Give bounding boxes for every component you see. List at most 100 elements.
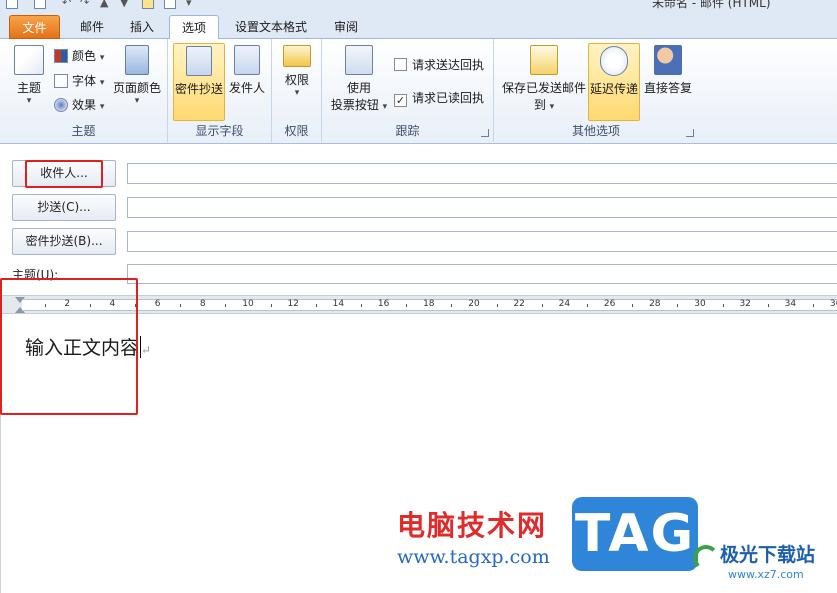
voting-label-line1: 使用 [346,81,371,95]
effects-icon [54,98,68,112]
watermark-brand-url: www.xz7.com [728,568,804,581]
bcc-button[interactable]: 密件抄送(B)... [12,228,116,255]
colors-icon [54,49,68,63]
from-icon [234,45,260,75]
tab-file[interactable]: 文件 [9,15,60,39]
ribbon: 主题 ▾ 颜色 ▾ 字体 ▾ 效果 ▾ 页面颜色 ▾ 主题 密件抄送 发件人 显… [0,39,837,144]
fonts-icon [54,74,68,88]
delay-delivery-button[interactable]: 延迟传递 [588,43,640,121]
ruler-number: 30 [694,299,706,309]
chevron-down-icon: ▾ [134,96,140,106]
tab-mail[interactable]: 邮件 [72,15,112,39]
ruler-scale: 24681012141618202224262830323436 [22,299,837,311]
direct-replies-label: 直接答复 [643,81,692,95]
ruler-tick [677,304,679,307]
group-label: 跟踪 [395,124,420,138]
group-show-fields: 密件抄送 发件人 显示字段 [168,39,272,142]
person-icon [654,45,682,75]
bcc-label: 密件抄送 [174,82,223,96]
ruler-tick [587,304,588,307]
fonts-button[interactable]: 字体 ▾ [54,71,104,91]
customize-qat-icon[interactable]: ▾ [186,0,192,9]
themes-label: 主题 [16,81,41,95]
outlook-icon [6,0,18,9]
checkbox-checked-icon: ✓ [394,94,407,107]
chevron-down-icon: ▾ [99,78,105,88]
down-icon[interactable]: ▼ [120,0,128,9]
save-sent-item-button[interactable]: 保存已发送邮件 到 ▾ [500,43,588,113]
group-themes: 主题 ▾ 颜色 ▾ 字体 ▾ 效果 ▾ 页面颜色 ▾ 主题 [0,39,168,142]
page-color-icon [125,45,149,75]
colors-label: 颜色 [72,49,97,63]
ruler-tick [813,304,814,307]
preview-icon[interactable] [164,0,176,9]
aurora-logo-icon [693,545,719,571]
quick-access-toolbar: ↶ ↷ ▲ ▼ ▾ 未命名 - 邮件 (HTML) [0,0,837,12]
chevron-down-icon: ▾ [382,102,388,112]
highlight-box-to-button [25,160,103,188]
fonts-label: 字体 [72,74,97,88]
delivery-receipt-checkbox[interactable]: 请求送达回执 [394,55,484,75]
read-receipt-label: 请求已读回执 [412,91,485,105]
chevron-down-icon: ▾ [26,96,32,106]
subject-field[interactable] [127,264,837,284]
ruler-number: 10 [242,299,254,309]
dialog-launcher-icon[interactable] [481,129,489,137]
direct-replies-button[interactable]: 直接答复 [642,43,694,96]
tab-format-text[interactable]: 设置文本格式 [229,15,313,39]
ruler-tick [541,304,543,307]
message-header-form: 收件人... 抄送(C)... 密件抄送(B)... 主题(U): [0,144,837,300]
ruler-number: 20 [468,299,480,309]
permission-button[interactable]: 权限 ▾ [278,43,316,98]
ruler-tick [767,304,769,307]
group-label: 主题 [71,124,96,138]
redo-icon[interactable]: ↷ [80,0,89,9]
group-label: 其他选项 [571,124,620,138]
save-sent-icon [530,45,558,75]
tab-options[interactable]: 选项 [169,15,219,40]
page-color-button[interactable]: 页面颜色 ▾ [110,43,164,106]
bcc-toggle-button[interactable]: 密件抄送 [173,43,225,121]
tab-insert[interactable]: 插入 [122,15,162,39]
cc-field[interactable] [127,197,837,218]
effects-label: 效果 [72,98,97,112]
save-icon[interactable] [34,0,46,9]
tab-review[interactable]: 审阅 [323,15,369,39]
to-field[interactable] [127,163,837,184]
effects-button[interactable]: 效果 ▾ [54,95,104,115]
group-label: 权限 [284,124,309,138]
ruler-tick [722,304,724,307]
chevron-down-icon: ▾ [294,88,300,98]
themes-button[interactable]: 主题 ▾ [10,43,48,106]
read-receipt-checkbox[interactable]: ✓ 请求已读回执 [394,88,484,108]
ruler-number: 36 [829,299,837,309]
ruler-tick [496,304,498,307]
window-title: 未命名 - 邮件 (HTML) [652,0,771,10]
highlight-box-body-text [0,278,138,415]
cc-button[interactable]: 抄送(C)... [12,194,116,221]
dialog-launcher-icon[interactable] [686,129,694,137]
group-permission: 权限 ▾ 权限 [272,39,322,142]
delivery-receipt-label: 请求送达回执 [412,58,485,72]
tag-logo: TAG [572,497,698,571]
chevron-down-icon: ▾ [99,53,105,63]
undo-icon[interactable]: ↶ [62,0,71,9]
ruler-tick [632,304,634,307]
group-tracking: 使用 投票按钮 ▾ 请求送达回执 ✓ 请求已读回执 跟踪 [322,39,494,142]
ruler-number: 8 [199,299,206,309]
voting-icon [345,45,373,75]
from-label: 发件人 [228,81,265,95]
watermark-site-name: 电脑技术网 [397,509,548,542]
ruler-number: 12 [287,299,299,309]
save-sent-label-line1: 保存已发送邮件 [501,81,586,95]
bcc-field[interactable] [127,231,837,252]
ruler-tick [361,304,362,307]
colors-button[interactable]: 颜色 ▾ [54,46,104,66]
voting-buttons-button[interactable]: 使用 投票按钮 ▾ [328,43,390,113]
bcc-qat-icon[interactable] [142,0,154,9]
paragraph-mark: ↵ [141,343,152,357]
from-toggle-button[interactable]: 发件人 [227,43,267,96]
ruler-number: 16 [377,299,390,309]
up-icon[interactable]: ▲ [100,0,108,9]
ruler-number: 14 [332,299,345,309]
